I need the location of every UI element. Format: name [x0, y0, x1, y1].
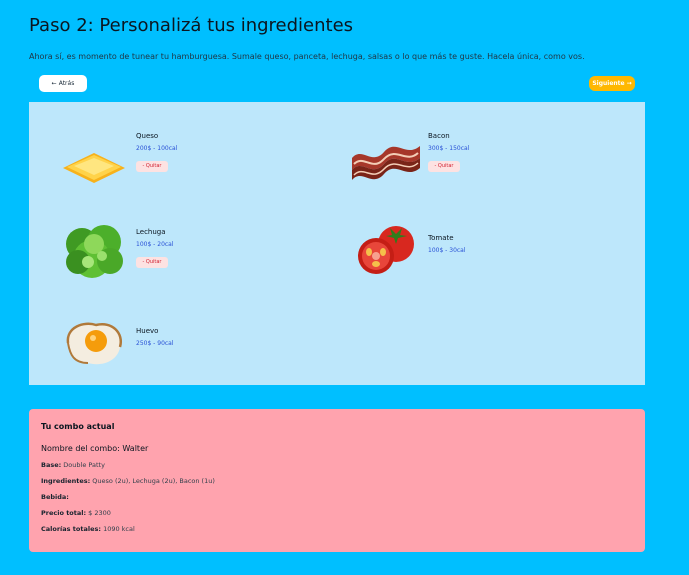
ingredient-price-calories: 300$ - 150cal	[428, 145, 470, 152]
total-calories-value: 1090 kcal	[103, 525, 135, 533]
lettuce-icon	[66, 225, 123, 278]
ingredient-price-calories: 250$ - 90cal	[136, 340, 174, 347]
base-label: Base:	[41, 461, 62, 469]
back-button-label: Atrás	[58, 80, 75, 87]
total-calories-row: Calorías totales: 1090 kcal	[41, 525, 633, 533]
arrow-left-icon: ←	[51, 80, 57, 87]
back-button[interactable]: ← Atrás	[39, 75, 87, 92]
ingredients-label: Ingredientes:	[41, 477, 91, 485]
egg-icon	[66, 322, 123, 365]
total-price-label: Precio total:	[41, 509, 87, 517]
ingredients-grid: Queso 200$ - 100cal - Quitar Bacon 300$ …	[29, 102, 645, 385]
ingredient-price-calories: 100$ - 30cal	[428, 247, 466, 254]
ingredient-price-calories: 100$ - 20cal	[136, 241, 174, 248]
ingredient-name: Bacon	[428, 132, 450, 140]
summary-heading: Tu combo actual	[41, 422, 115, 431]
ingredient-item-huevo[interactable]: Huevo 250$ - 90cal	[58, 307, 318, 377]
combo-name-value: Walter	[122, 444, 149, 453]
next-button-label: Siguiente	[592, 80, 625, 87]
ingredient-item-lechuga[interactable]: Lechuga 100$ - 20cal - Quitar	[58, 214, 318, 284]
total-calories-label: Calorías totales:	[41, 525, 101, 533]
combo-name-label: Nombre del combo:	[41, 444, 120, 453]
page-subtitle: Ahora sí, es momento de tunear tu hambur…	[29, 52, 585, 61]
base-value: Double Patty	[63, 461, 105, 469]
remove-queso-button[interactable]: - Quitar	[136, 160, 168, 172]
drink-row: Bebida:	[41, 493, 633, 501]
ingredients-row: Ingredientes: Queso (2u), Lechuga (2u), …	[41, 477, 633, 485]
remove-lechuga-button[interactable]: - Quitar	[136, 256, 168, 268]
arrow-right-icon: →	[626, 80, 632, 87]
ingredients-value: Queso (2u), Lechuga (2u), Bacon (1u)	[92, 477, 215, 485]
ingredient-price-calories: 200$ - 100cal	[136, 145, 178, 152]
drink-label: Bebida:	[41, 493, 69, 501]
page-title: Paso 2: Personalizá tus ingredientes	[29, 15, 354, 36]
base-row: Base: Double Patty	[41, 461, 633, 469]
ingredient-name: Lechuga	[136, 228, 166, 236]
ingredient-name: Huevo	[136, 327, 159, 335]
ingredient-item-queso[interactable]: Queso 200$ - 100cal - Quitar	[58, 128, 318, 198]
remove-bacon-button[interactable]: - Quitar	[428, 160, 460, 172]
tomato-icon	[358, 226, 414, 274]
bacon-icon	[352, 146, 420, 180]
ingredient-name: Queso	[136, 132, 159, 140]
ingredient-name: Tomate	[428, 234, 454, 242]
combo-summary-card: Tu combo actual Nombre del combo: Walter…	[29, 409, 645, 552]
cheese-icon	[63, 153, 125, 183]
total-price-value: $ 2300	[88, 509, 111, 517]
ingredient-item-bacon[interactable]: Bacon 300$ - 150cal - Quitar	[350, 128, 610, 198]
total-price-row: Precio total: $ 2300	[41, 509, 633, 517]
ingredient-item-tomate[interactable]: Tomate 100$ - 30cal	[350, 214, 610, 284]
combo-name-row: Nombre del combo: Walter	[41, 444, 633, 453]
next-button[interactable]: Siguiente →	[589, 76, 635, 91]
